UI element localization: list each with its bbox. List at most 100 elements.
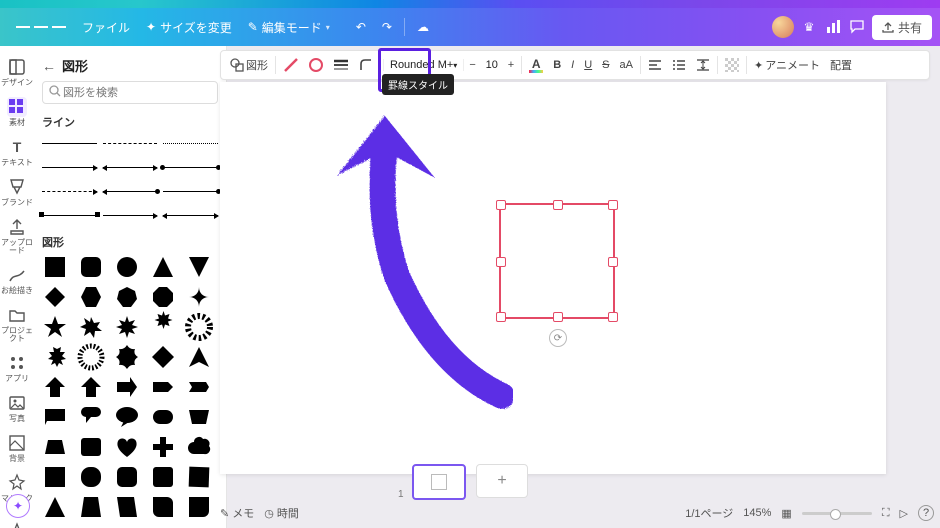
- shape-thumb[interactable]: [186, 464, 212, 490]
- shape-thumb[interactable]: [186, 494, 212, 520]
- shape-thumb[interactable]: [186, 374, 212, 400]
- shape-thumb[interactable]: [78, 374, 104, 400]
- add-page-button[interactable]: +: [476, 464, 528, 498]
- transparency-button[interactable]: [720, 56, 744, 74]
- align-button[interactable]: [643, 56, 667, 74]
- shape-thumb[interactable]: [186, 344, 212, 370]
- undo-button[interactable]: ↶: [348, 16, 374, 38]
- shape-thumb[interactable]: [150, 254, 176, 280]
- spacing-button[interactable]: [691, 56, 715, 74]
- rail-bg[interactable]: 背景: [0, 428, 34, 468]
- font-size-increase[interactable]: +: [503, 57, 519, 73]
- file-menu[interactable]: ファイル: [74, 15, 138, 40]
- line-square-ends[interactable]: [42, 206, 97, 224]
- notes-button[interactable]: ✎ メモ: [220, 505, 254, 521]
- shape-thumb[interactable]: [42, 434, 68, 460]
- line-double-arrow[interactable]: [103, 158, 158, 176]
- shape-thumb[interactable]: [78, 254, 104, 280]
- shape-thumb[interactable]: [114, 284, 140, 310]
- crown-icon[interactable]: ♛: [800, 18, 818, 36]
- line-circle-arrow[interactable]: [103, 182, 158, 200]
- shape-thumb[interactable]: [78, 284, 104, 310]
- shape-thumb[interactable]: [186, 314, 212, 340]
- border-color-button[interactable]: [278, 55, 304, 75]
- rail-draw[interactable]: お絵描き: [0, 260, 34, 300]
- shape-thumb[interactable]: [186, 254, 212, 280]
- corner-radius-button[interactable]: [354, 56, 378, 74]
- fill-color-button[interactable]: [304, 56, 328, 74]
- shape-thumb[interactable]: [114, 434, 140, 460]
- zoom-value[interactable]: 145%: [743, 507, 771, 519]
- line-arrow[interactable]: [42, 158, 97, 176]
- shape-thumb[interactable]: [114, 464, 140, 490]
- present-icon[interactable]: ▷: [900, 507, 908, 520]
- underline-button[interactable]: U: [579, 57, 597, 73]
- shape-thumb[interactable]: [42, 374, 68, 400]
- resize-menu[interactable]: ✦サイズを変更: [138, 15, 240, 40]
- shape-thumb[interactable]: [78, 344, 104, 370]
- search-box[interactable]: [42, 81, 218, 104]
- line-circle[interactable]: [163, 182, 218, 200]
- line-square-arrow[interactable]: [103, 206, 158, 224]
- cloud-sync-icon[interactable]: ☁: [409, 16, 437, 38]
- search-input[interactable]: [61, 86, 211, 100]
- shape-thumb[interactable]: [150, 284, 176, 310]
- shape-thumb[interactable]: [186, 284, 212, 310]
- avatar[interactable]: [772, 16, 794, 38]
- shape-thumb[interactable]: [42, 494, 68, 520]
- share-button[interactable]: 共有: [872, 15, 932, 40]
- magic-sparkle-button[interactable]: ✦: [6, 494, 30, 518]
- shape-thumb[interactable]: [150, 464, 176, 490]
- selected-rectangle[interactable]: ⟳: [499, 203, 615, 319]
- redo-button[interactable]: ↷: [374, 16, 400, 38]
- line-arrow-variant[interactable]: [163, 206, 218, 224]
- rail-apps[interactable]: アプリ: [0, 348, 34, 388]
- shape-thumb[interactable]: [114, 404, 140, 430]
- resize-handle[interactable]: [553, 200, 563, 210]
- position-button[interactable]: 配置: [825, 55, 857, 75]
- shape-thumb[interactable]: [78, 434, 104, 460]
- line-circle-end[interactable]: [163, 158, 218, 176]
- italic-button[interactable]: I: [566, 57, 579, 73]
- back-button[interactable]: ←: [42, 58, 56, 74]
- rail-brand[interactable]: ブランド: [0, 172, 34, 212]
- shape-thumb[interactable]: [150, 374, 176, 400]
- shape-thumb[interactable]: [150, 434, 176, 460]
- shape-tool-button[interactable]: 図形: [225, 55, 273, 75]
- shape-thumb[interactable]: [186, 434, 212, 460]
- case-button[interactable]: aA: [615, 57, 638, 73]
- page-thumbnail[interactable]: [412, 464, 466, 500]
- shape-thumb[interactable]: [114, 374, 140, 400]
- list-button[interactable]: [667, 56, 691, 74]
- rail-projects[interactable]: プロジェクト: [0, 300, 34, 348]
- strikethrough-button[interactable]: S: [597, 57, 614, 73]
- fullscreen-icon[interactable]: ⛶: [882, 507, 890, 520]
- font-size-decrease[interactable]: −: [464, 57, 480, 73]
- menu-button[interactable]: [8, 20, 74, 34]
- rail-design[interactable]: デザイン: [0, 52, 34, 92]
- page-indicator[interactable]: 1/1ページ: [685, 505, 733, 521]
- help-icon[interactable]: ?: [918, 505, 934, 521]
- shape-thumb[interactable]: [42, 464, 68, 490]
- resize-handle[interactable]: [553, 312, 563, 322]
- shape-thumb[interactable]: [42, 314, 68, 340]
- duration-button[interactable]: ◷ 時間: [264, 505, 299, 521]
- shape-thumb[interactable]: [78, 494, 104, 520]
- animate-button[interactable]: ✦アニメート: [749, 55, 825, 75]
- bold-button[interactable]: B: [548, 57, 566, 73]
- shape-thumb[interactable]: [114, 344, 140, 370]
- shape-thumb[interactable]: [78, 464, 104, 490]
- shape-thumb[interactable]: [42, 404, 68, 430]
- rail-upload[interactable]: アップロード: [0, 212, 34, 260]
- shape-thumb[interactable]: [78, 404, 104, 430]
- resize-handle[interactable]: [608, 200, 618, 210]
- analytics-icon[interactable]: [824, 18, 842, 36]
- shape-thumb[interactable]: [150, 314, 176, 340]
- shape-thumb[interactable]: [114, 314, 140, 340]
- shape-thumb[interactable]: [114, 494, 140, 520]
- line-solid[interactable]: [42, 134, 97, 152]
- shape-thumb[interactable]: [42, 284, 68, 310]
- rail-text[interactable]: Tテキスト: [0, 132, 34, 172]
- resize-handle[interactable]: [608, 312, 618, 322]
- line-dashed[interactable]: [103, 134, 158, 152]
